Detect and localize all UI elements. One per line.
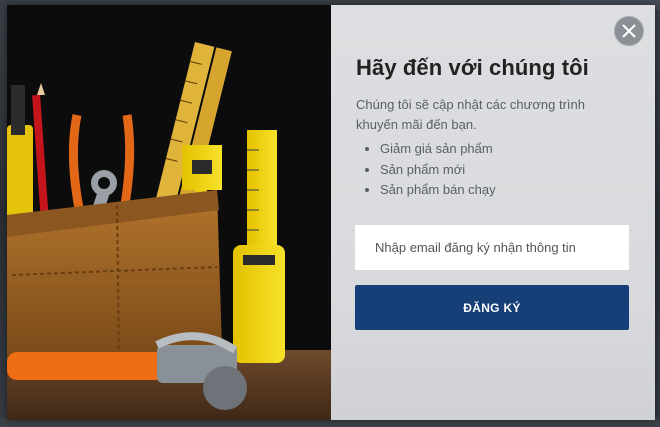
close-icon — [622, 24, 636, 38]
modal-description: Chúng tôi sẽ cập nhật các chương trình k… — [356, 97, 585, 132]
newsletter-modal: Hãy đến với chúng tôi Chúng tôi sẽ cập n… — [7, 5, 655, 420]
tool-belt-image — [7, 5, 331, 420]
benefit-item: Sản phẩm mới — [380, 160, 496, 181]
benefits-list: Giảm giá sản phẩm Sản phẩm mới Sản phẩm … — [356, 139, 496, 201]
close-button[interactable] — [614, 16, 644, 46]
modal-title: Hãy đến với chúng tôi — [356, 55, 589, 80]
benefit-item: Giảm giá sản phẩm — [380, 139, 496, 160]
benefit-item: Sản phẩm bán chạy — [380, 180, 496, 201]
subscribe-button[interactable]: ĐĂNG KÝ — [355, 285, 629, 330]
signup-form-panel: Hãy đến với chúng tôi Chúng tôi sẽ cập n… — [331, 5, 655, 420]
email-input[interactable] — [355, 225, 629, 270]
